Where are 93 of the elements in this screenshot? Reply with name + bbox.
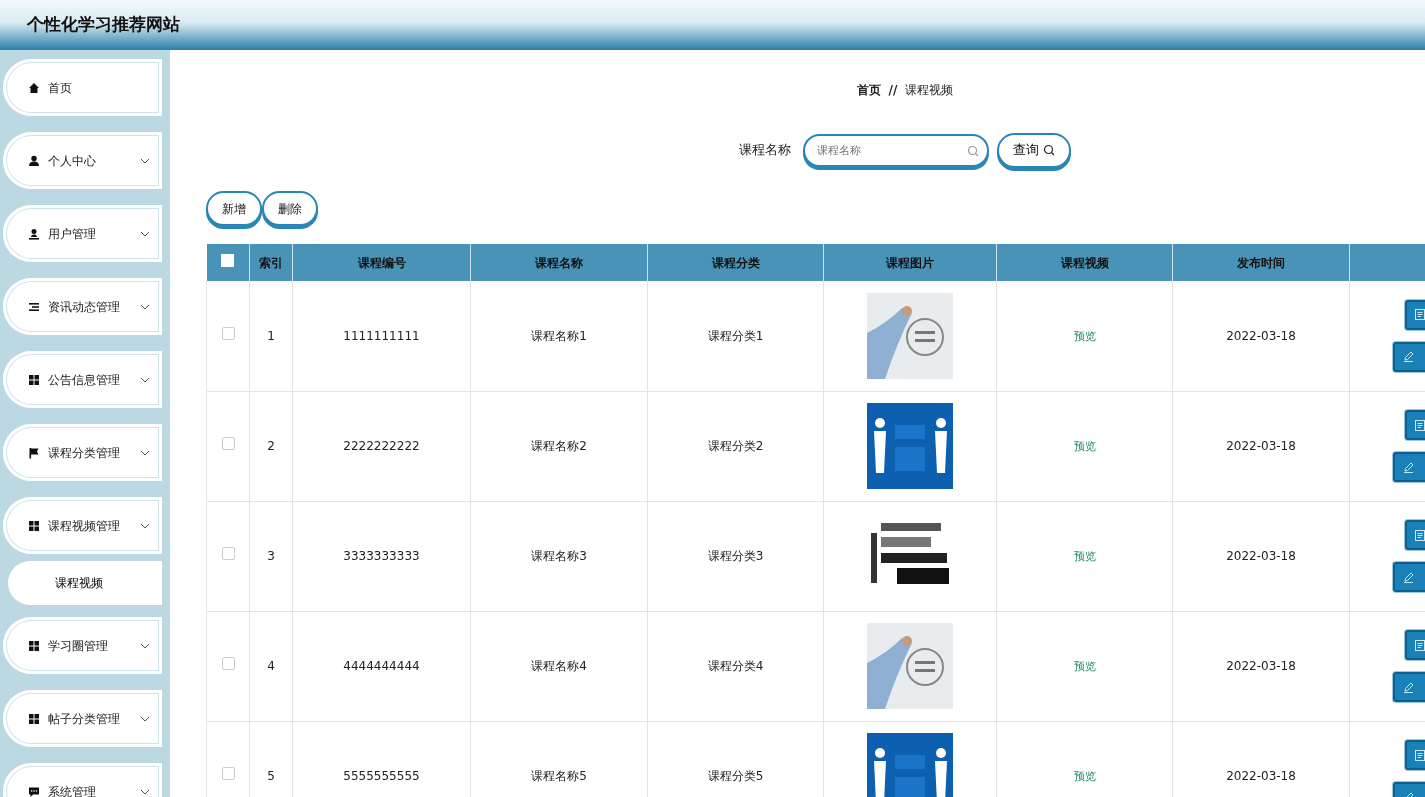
column-header: 发布时间: [1237, 255, 1285, 270]
chevron-down-icon: [140, 715, 150, 722]
chevron-down-icon: [140, 642, 150, 649]
sidebar-item[interactable]: 公告信息管理: [3, 351, 162, 408]
table-cell: 课程分类5: [707, 769, 764, 783]
breadcrumb-current: 课程视频: [905, 83, 954, 97]
row-checkbox[interactable]: [221, 326, 235, 340]
row-checkbox[interactable]: [221, 657, 235, 670]
add-button[interactable]: 新增: [206, 191, 262, 226]
grid-icon: [28, 712, 40, 725]
flag-icon: [28, 446, 40, 459]
select-all-checkbox[interactable]: [221, 253, 235, 267]
document-icon: [1415, 529, 1425, 541]
table-cell: 课程分类2: [707, 439, 764, 453]
sidebar-item[interactable]: 系统管理: [3, 763, 162, 797]
table-cell: 4: [267, 659, 275, 673]
preview-link[interactable]: 预览: [1073, 329, 1096, 343]
preview-link[interactable]: 预览: [1073, 769, 1096, 783]
table-cell: 课程分类4: [707, 659, 764, 673]
document-icon: [1415, 309, 1425, 321]
chevron-down-icon: [140, 230, 150, 237]
submenu-item[interactable]: 课程视频: [8, 561, 162, 605]
table-cell: 课程名称1: [531, 328, 587, 343]
table-cell: 课程名称4: [531, 659, 587, 673]
user-icon: [28, 154, 40, 167]
list-icon: [28, 300, 40, 313]
preview-link[interactable]: 预览: [1073, 439, 1096, 453]
breadcrumb-link[interactable]: 首页: [856, 83, 881, 97]
preview-link[interactable]: 预览: [1073, 549, 1096, 563]
breadcrumb-separator: //: [888, 83, 898, 97]
chevron-down-icon: [140, 449, 150, 456]
search-field[interactable]: 课程名称: [803, 133, 989, 167]
table-cell: 4444444444: [343, 659, 420, 673]
table-cell: 1111111111: [343, 328, 420, 343]
user-icon: [28, 227, 40, 240]
table-cell: 2022-03-18: [1226, 769, 1296, 783]
sidebar-item[interactable]: 课程视频管理: [3, 497, 162, 554]
search-button[interactable]: 查询: [997, 132, 1071, 168]
table-cell: 3: [267, 549, 275, 563]
pencil-icon: [1403, 681, 1414, 693]
grid-icon: [28, 639, 40, 652]
delete-button[interactable]: 删除: [262, 191, 318, 226]
column-header: 课程编号: [357, 255, 406, 270]
pencil-icon: [1403, 351, 1414, 363]
table-cell: 5: [267, 769, 275, 783]
site-title: 个性化学习推荐网站: [27, 13, 180, 37]
table-cell: 5555555555: [343, 769, 420, 783]
table-cell: 3333333333: [343, 549, 420, 563]
chevron-down-icon: [140, 522, 150, 529]
grid-icon: [28, 373, 40, 386]
sidebar-item[interactable]: 课程分类管理: [3, 424, 162, 481]
table-cell: 2022-03-18: [1226, 439, 1296, 453]
document-icon: [1415, 749, 1425, 761]
table-cell: 2022-03-18: [1226, 549, 1296, 563]
row-checkbox[interactable]: [221, 437, 235, 450]
pencil-icon: [1403, 571, 1414, 583]
table-cell: 2: [267, 439, 275, 453]
grid-icon: [28, 519, 40, 532]
row-checkbox[interactable]: [221, 547, 235, 560]
chevron-down-icon: [140, 376, 150, 383]
table-cell: 2222222222: [343, 439, 420, 453]
sidebar-item[interactable]: 个人中心: [3, 132, 162, 189]
search-label: 课程名称: [739, 141, 791, 160]
document-icon: [1415, 419, 1425, 431]
chevron-down-icon: [140, 157, 150, 164]
document-icon: [1415, 639, 1425, 651]
row-checkbox[interactable]: [221, 767, 235, 780]
home-icon: [28, 81, 40, 94]
table-cell: 1: [267, 328, 275, 343]
sidebar-item[interactable]: 资讯动态管理: [3, 278, 162, 335]
table-cell: 课程名称2: [531, 439, 587, 453]
preview-link[interactable]: 预览: [1073, 659, 1096, 673]
sidebar-item[interactable]: 首页: [3, 59, 162, 116]
column-header: 课程视频: [1060, 255, 1109, 270]
sidebar-item[interactable]: 学习圈管理: [3, 617, 162, 674]
column-header: 课程分类: [711, 255, 760, 270]
table-cell: 课程名称3: [531, 549, 587, 563]
sidebar-item[interactable]: 用户管理: [3, 205, 162, 262]
chevron-down-icon: [140, 788, 150, 795]
search-icon: [1043, 144, 1055, 156]
chat-icon: [28, 785, 40, 797]
table-cell: 课程分类3: [707, 549, 764, 563]
table-cell: 2022-03-18: [1226, 659, 1296, 673]
search-icon: [967, 144, 979, 157]
table-cell: 2022-03-18: [1226, 328, 1296, 343]
table-cell: 课程名称5: [531, 769, 587, 783]
column-header: 课程名称: [535, 255, 583, 270]
column-header: 索引: [259, 255, 283, 270]
column-header: 课程图片: [886, 255, 934, 270]
pencil-icon: [1403, 461, 1414, 473]
sidebar-item[interactable]: 帖子分类管理: [3, 690, 162, 747]
table-cell: 课程分类1: [707, 328, 764, 343]
chevron-down-icon: [140, 303, 150, 310]
